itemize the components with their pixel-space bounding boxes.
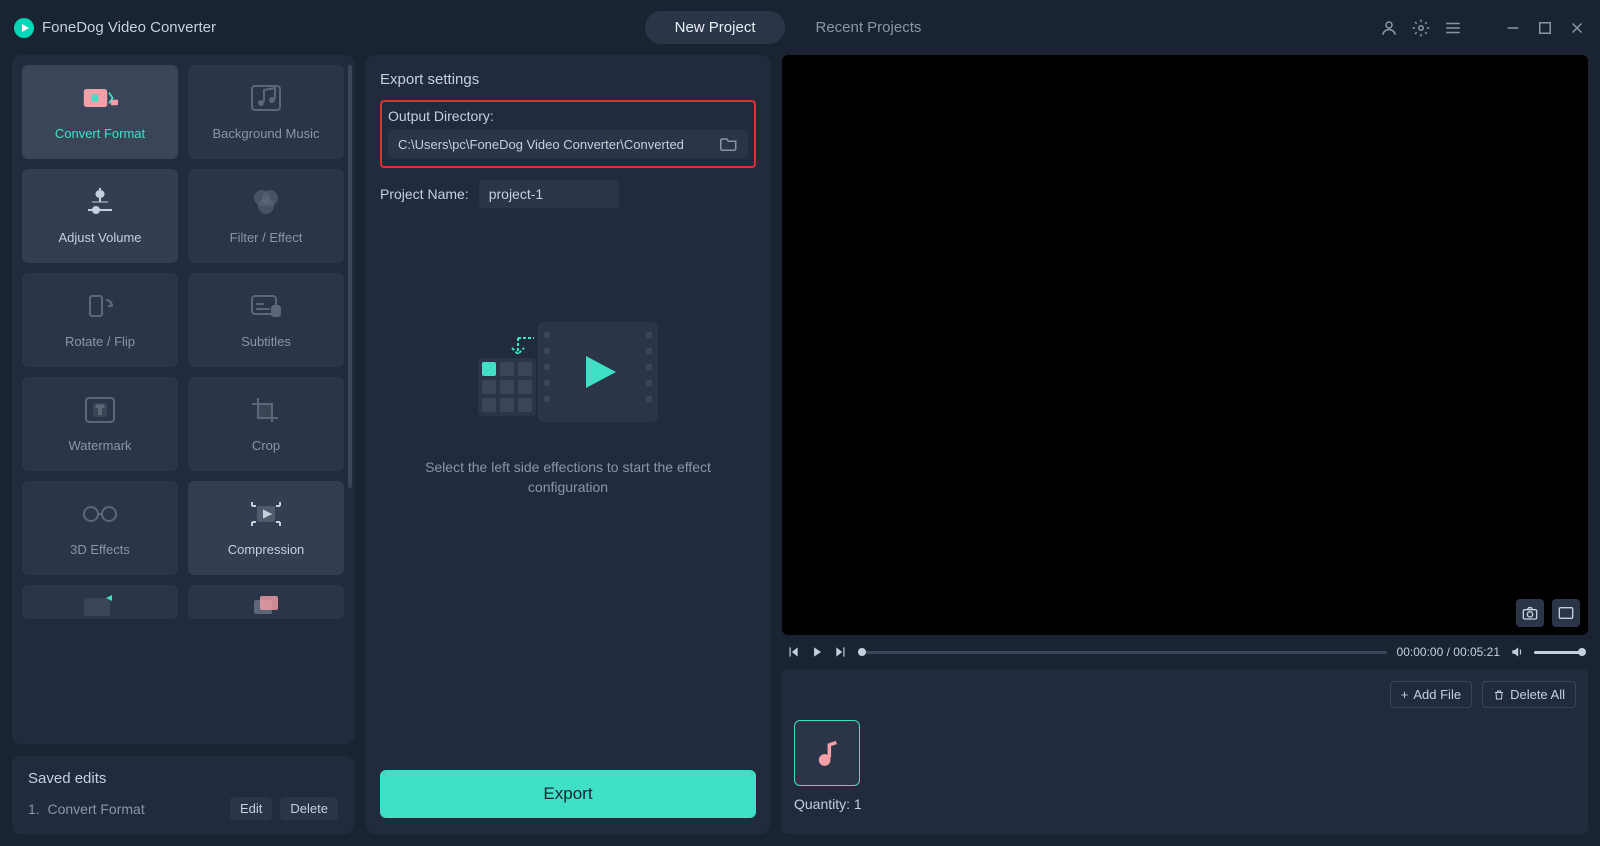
- tool-rotate[interactable]: Rotate / Flip: [22, 273, 178, 367]
- tool-watermark[interactable]: T Watermark: [22, 377, 178, 471]
- tool-music[interactable]: Background Music: [188, 65, 344, 159]
- tool-extra[interactable]: [188, 585, 344, 619]
- sidebar: Convert Format Background Music Adjust Vol…: [12, 55, 354, 834]
- volume-slider[interactable]: [1534, 651, 1584, 654]
- output-directory-section: Output Directory:: [380, 100, 756, 168]
- tool-label: 3D Effects: [70, 542, 130, 557]
- time-display: 00:00:00 / 00:05:21: [1397, 645, 1500, 659]
- main-tabs: New Project Recent Projects: [216, 11, 1380, 44]
- tool-panel: Convert Format Background Music Adjust Vol…: [12, 55, 354, 744]
- project-name-label: Project Name:: [380, 186, 469, 202]
- tool-filter[interactable]: Filter / Effect: [188, 169, 344, 263]
- folder-browse-icon[interactable]: [720, 136, 738, 152]
- 3d-icon: [82, 500, 118, 528]
- main-layout: Convert Format Background Music Adjust Vol…: [0, 55, 1600, 846]
- tool-convert[interactable]: Convert Format: [22, 65, 178, 159]
- close-icon[interactable]: [1568, 19, 1586, 37]
- video-preview[interactable]: [782, 55, 1588, 635]
- delete-all-button[interactable]: Delete All: [1482, 681, 1576, 708]
- saved-edit-button[interactable]: Edit: [230, 797, 272, 820]
- saved-edits-panel: Saved edits 1. Convert Format Edit Delet…: [12, 756, 354, 834]
- titlebar: FoneDog Video Converter New Project Rece…: [0, 0, 1600, 55]
- saved-delete-button[interactable]: Delete: [280, 797, 338, 820]
- saved-edits-title: Saved edits: [28, 770, 338, 787]
- app-logo: FoneDog Video Converter: [14, 18, 216, 38]
- tool-label: Background Music: [213, 126, 320, 141]
- app-title: FoneDog Video Converter: [42, 19, 216, 36]
- output-directory-input-wrap: [388, 130, 748, 158]
- tool-crop[interactable]: Crop: [188, 377, 344, 471]
- tool-label: Filter / Effect: [230, 230, 303, 245]
- placeholder-text: Select the left side effections to start…: [418, 458, 718, 497]
- rotate-icon: [82, 292, 118, 320]
- file-thumbnail[interactable]: [794, 720, 860, 786]
- tool-compress[interactable]: Compression: [188, 481, 344, 575]
- user-icon[interactable]: [1380, 19, 1398, 37]
- seekbar[interactable]: [858, 651, 1387, 654]
- tool-volume[interactable]: Adjust Volume: [22, 169, 178, 263]
- tool-label: Subtitles: [241, 334, 291, 349]
- extra2-icon: [248, 593, 284, 619]
- project-name-input[interactable]: [479, 180, 619, 208]
- player-controls: 00:00:00 / 00:05:21: [782, 645, 1588, 659]
- tool-label: Rotate / Flip: [65, 334, 135, 349]
- music-icon: [248, 84, 284, 112]
- saved-edit-name: 1. Convert Format: [28, 801, 145, 817]
- tool-label: Compression: [228, 542, 305, 557]
- compress-icon: [248, 500, 284, 528]
- tool-label: Watermark: [68, 438, 131, 453]
- tool-label: Adjust Volume: [58, 230, 141, 245]
- menu-icon[interactable]: [1444, 19, 1462, 37]
- extra1-icon: [82, 593, 118, 619]
- add-file-button[interactable]: +Add File: [1390, 681, 1472, 708]
- saved-edit-row: 1. Convert Format Edit Delete: [28, 797, 338, 820]
- tool-subtitles[interactable]: Subtitles: [188, 273, 344, 367]
- project-name-row: Project Name:: [380, 180, 756, 208]
- play-icon[interactable]: [810, 645, 824, 659]
- output-directory-label: Output Directory:: [388, 108, 748, 124]
- fullscreen-icon[interactable]: [1552, 599, 1580, 627]
- snapshot-icon[interactable]: [1516, 599, 1544, 627]
- subtitles-icon: [248, 292, 284, 320]
- maximize-icon[interactable]: [1536, 19, 1554, 37]
- minimize-icon[interactable]: [1504, 19, 1522, 37]
- music-note-icon: [813, 739, 841, 767]
- crop-icon: [248, 396, 284, 424]
- logo-icon: [14, 18, 34, 38]
- tool-extra[interactable]: [22, 585, 178, 619]
- export-settings-title: Export settings: [380, 71, 756, 88]
- placeholder-area: Select the left side effections to start…: [380, 228, 756, 758]
- right-panel: 00:00:00 / 00:05:21 +Add File Delete All…: [782, 55, 1588, 834]
- convert-icon: [82, 84, 118, 112]
- file-bar: +Add File Delete All Quantity: 1: [782, 669, 1588, 834]
- svg-text:T: T: [96, 403, 104, 417]
- export-panel: Export settings Output Directory: Projec…: [366, 55, 770, 834]
- filter-icon: [248, 188, 284, 216]
- tool-3d[interactable]: 3D Effects: [22, 481, 178, 575]
- output-directory-input[interactable]: [398, 137, 712, 152]
- tab-new-project[interactable]: New Project: [645, 11, 786, 44]
- tab-recent-projects[interactable]: Recent Projects: [785, 11, 951, 44]
- tool-label: Crop: [252, 438, 280, 453]
- volume-icon[interactable]: [1510, 645, 1524, 659]
- next-icon[interactable]: [834, 645, 848, 659]
- tool-scrollbar[interactable]: [348, 65, 352, 535]
- volume-icon: [82, 188, 118, 216]
- tool-label: Convert Format: [55, 126, 145, 141]
- gear-icon[interactable]: [1412, 19, 1430, 37]
- file-quantity: Quantity: 1: [794, 796, 1576, 812]
- watermark-icon: T: [82, 396, 118, 424]
- prev-icon[interactable]: [786, 645, 800, 659]
- export-button[interactable]: Export: [380, 770, 756, 818]
- titlebar-controls: [1380, 19, 1586, 37]
- placeholder-graphic-icon: [478, 318, 658, 428]
